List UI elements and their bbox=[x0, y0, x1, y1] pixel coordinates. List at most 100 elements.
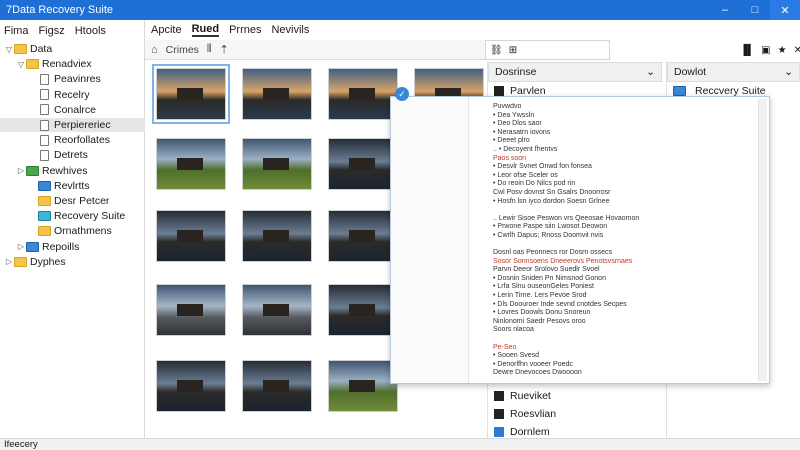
tree-item[interactable]: ▷ Repoills bbox=[0, 240, 145, 254]
tree-item[interactable]: Peavinres bbox=[0, 72, 145, 86]
link-icon[interactable]: ⛓ bbox=[490, 45, 503, 56]
building-silhouette bbox=[263, 304, 290, 316]
tree-item-label: Revlrtts bbox=[54, 179, 90, 192]
photo-thumbnail[interactable] bbox=[242, 68, 312, 120]
building-silhouette bbox=[177, 158, 204, 170]
tree-item-label: Peavinres bbox=[54, 73, 101, 86]
close-panel-icon[interactable]: ✕ bbox=[794, 45, 800, 56]
tab-2[interactable]: Prrnes bbox=[229, 24, 261, 36]
document-line: Sosor Sonnsoens Dneeerovs Penotsvsrnaes bbox=[493, 257, 633, 265]
minimize-button[interactable]: – bbox=[710, 0, 740, 20]
panel-icon[interactable]: ▣ bbox=[761, 45, 770, 56]
building-silhouette bbox=[263, 88, 290, 100]
building-silhouette bbox=[177, 230, 204, 242]
crumb-label[interactable]: Crimes bbox=[166, 44, 199, 56]
split-icon[interactable]: ⫴ bbox=[207, 43, 212, 56]
expand-toggle-icon[interactable]: ▽ bbox=[4, 45, 14, 54]
tab-1[interactable]: Rued bbox=[191, 23, 220, 37]
expand-toggle-icon[interactable]: ▷ bbox=[16, 242, 26, 251]
document-line: Ninlonomi Saedr Pesovs oroo bbox=[493, 317, 586, 325]
tree-item[interactable]: ▷ Rewhives bbox=[0, 164, 145, 178]
details-dropdown[interactable]: Dosrinse ⌄ bbox=[488, 62, 662, 82]
list-item[interactable]: Roesvlian bbox=[488, 405, 663, 423]
photo-thumbnail[interactable] bbox=[242, 210, 312, 262]
photo-thumbnail[interactable] bbox=[328, 284, 398, 336]
document-line: • Deo Dlos saor bbox=[493, 120, 542, 128]
folder-icon bbox=[38, 211, 51, 222]
photo-thumbnail[interactable] bbox=[156, 138, 226, 190]
preview-document-text: Puvwdvo • Dea Ywssln • Deo Dlos saor • N… bbox=[493, 103, 743, 379]
star-icon[interactable]: ★ bbox=[778, 45, 787, 56]
menu-item-file[interactable]: Fima bbox=[4, 25, 28, 37]
split-view-icon[interactable]: ▐▌ bbox=[740, 45, 754, 56]
view-toolbar: ⌂ Crimes ⫴ ⇡ bbox=[145, 40, 485, 60]
building-silhouette bbox=[349, 230, 376, 242]
document-icon bbox=[40, 134, 49, 146]
tree-item[interactable]: Conalrce bbox=[0, 103, 145, 117]
tree-item[interactable]: ▽ Data bbox=[0, 42, 145, 56]
menu-item-figs[interactable]: Figsz bbox=[38, 25, 64, 37]
building-silhouette bbox=[349, 158, 376, 170]
tree-item-label: Dyphes bbox=[30, 255, 66, 268]
expand-toggle-icon[interactable]: ▽ bbox=[16, 60, 26, 69]
tree-item[interactable]: Detrets bbox=[0, 148, 145, 162]
maximize-button[interactable]: □ bbox=[740, 0, 770, 20]
search-bar[interactable]: ⛓ ⊞ bbox=[485, 40, 610, 60]
photo-thumbnail[interactable] bbox=[328, 360, 398, 412]
photo-thumbnail[interactable] bbox=[328, 68, 398, 120]
tree-item-label: Recovery Suite bbox=[54, 210, 126, 223]
tree-item[interactable]: Revlrtts bbox=[0, 179, 145, 193]
photo-thumbnail[interactable] bbox=[156, 210, 226, 262]
document-line: • Deeet plro bbox=[493, 137, 530, 145]
building-silhouette bbox=[263, 380, 290, 392]
folder-icon bbox=[673, 86, 686, 96]
tab-0[interactable]: Apcite bbox=[151, 24, 182, 36]
photo-thumbnail[interactable] bbox=[328, 210, 398, 262]
preview-badge-icon[interactable]: ✓ bbox=[395, 87, 409, 101]
main-menu-bar: Apcite Rued Prrnes Nevivils bbox=[145, 20, 800, 40]
title-bar: 7Data Recovery Suite – □ ✕ bbox=[0, 0, 800, 20]
tree-item[interactable]: Recovery Suite bbox=[0, 209, 145, 223]
tree-item[interactable]: ▷ Dyphes bbox=[0, 255, 145, 269]
grid-icon[interactable]: ⊞ bbox=[509, 45, 517, 56]
photo-thumbnail[interactable] bbox=[156, 360, 226, 412]
status-text: Ifeecery bbox=[4, 439, 38, 450]
tree-item[interactable]: Perpiereriec bbox=[0, 118, 145, 132]
tree-item-label: Repoills bbox=[42, 240, 80, 253]
document-line: • Denorlfhn vooeer Poedc bbox=[493, 360, 573, 368]
photo-thumbnail[interactable] bbox=[152, 64, 230, 124]
app-window: 7Data Recovery Suite – □ ✕ Fima Figsz Ht… bbox=[0, 0, 800, 450]
tab-3[interactable]: Nevivils bbox=[271, 24, 309, 36]
menu-item-tools[interactable]: Htools bbox=[75, 25, 106, 37]
expand-toggle-icon[interactable]: ▷ bbox=[16, 166, 26, 175]
properties-dropdown[interactable]: Dowlot ⌄ bbox=[667, 62, 800, 82]
list-item[interactable]: Rueviket bbox=[488, 387, 663, 405]
expand-toggle-icon[interactable]: ▷ bbox=[4, 257, 14, 266]
document-icon bbox=[40, 149, 49, 161]
photo-thumbnail[interactable] bbox=[242, 284, 312, 336]
tree-item[interactable]: Ornathmens bbox=[0, 224, 145, 238]
building-silhouette bbox=[177, 88, 204, 100]
tree-item[interactable]: Reorfollates bbox=[0, 133, 145, 147]
photo-thumbnail[interactable] bbox=[156, 284, 226, 336]
folder-icon bbox=[26, 165, 39, 176]
up-icon[interactable]: ⇡ bbox=[220, 43, 229, 56]
list-item-label: Dornlem bbox=[510, 426, 550, 438]
document-line: Cwl Posv dovnst Sn Gsalrs Dnoorrosr bbox=[493, 188, 611, 196]
document-line: Dosnl oas Peonnecs ror Dosrn ossecs bbox=[493, 249, 613, 257]
photo-thumbnail[interactable] bbox=[242, 360, 312, 412]
home-icon[interactable]: ⌂ bbox=[151, 44, 158, 56]
item-icon bbox=[494, 391, 504, 401]
document-line: .. Lewir Sisoe Peswon vrs Qeeosae Hovaom… bbox=[493, 214, 640, 222]
folder-icon bbox=[26, 59, 39, 70]
photo-thumbnail[interactable] bbox=[242, 138, 312, 190]
tree-item[interactable]: ▽ Renadviex bbox=[0, 57, 145, 71]
preview-scrollbar[interactable] bbox=[758, 99, 767, 381]
tree-item[interactable]: Desr Petcer bbox=[0, 194, 145, 208]
close-button[interactable]: ✕ bbox=[770, 0, 800, 20]
photo-thumbnail[interactable] bbox=[328, 138, 398, 190]
folder-icon bbox=[38, 226, 51, 237]
tree-item[interactable]: Recelry bbox=[0, 88, 145, 102]
